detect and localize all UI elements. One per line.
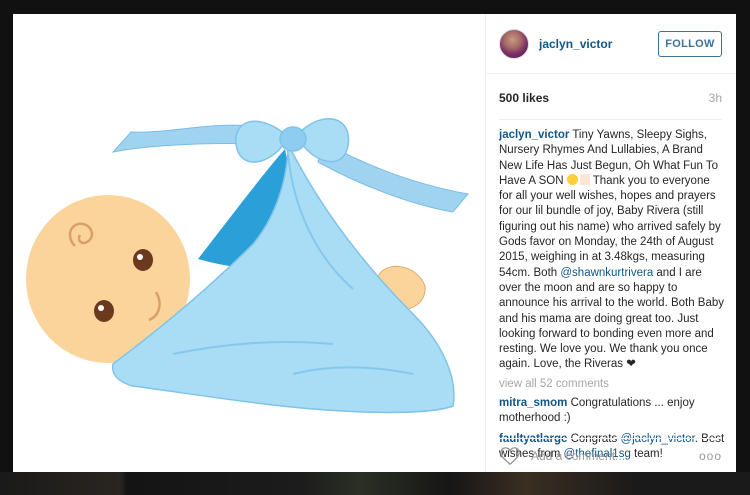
caption-text-3: and I are over the moon and are so happy… <box>499 266 725 371</box>
backdrop-strip <box>0 472 750 495</box>
caption-username[interactable]: jaclyn_victor <box>499 129 569 141</box>
add-comment-input[interactable] <box>531 448 699 463</box>
username-link[interactable]: jaclyn_victor <box>539 37 658 51</box>
comment-username[interactable]: mitra_smom <box>499 397 567 409</box>
heart-outline-icon[interactable] <box>499 446 521 466</box>
comments-section: jaclyn_victor Tiny Yawns, Sleepy Sighs, … <box>499 128 726 467</box>
comment-item: mitra_smom Congratulations ... enjoy mot… <box>499 396 726 427</box>
heart-emoji-icon: ❤ <box>626 358 636 371</box>
caption-text-2: Thank you to everyone for all your well … <box>499 174 721 279</box>
post-modal: jaclyn_victor FOLLOW 500 likes 3h jaclyn… <box>13 14 736 472</box>
more-options-icon[interactable]: ooo <box>699 449 722 463</box>
post-sidebar: jaclyn_victor FOLLOW 500 likes 3h jaclyn… <box>485 14 736 472</box>
post-header: jaclyn_victor FOLLOW <box>486 14 736 74</box>
avatar[interactable] <box>499 28 529 59</box>
likes-count[interactable]: 500 likes <box>499 91 549 105</box>
post-photo[interactable] <box>13 14 485 472</box>
caption: jaclyn_victor Tiny Yawns, Sleepy Sighs, … <box>499 128 726 373</box>
post-footer: ooo <box>499 438 722 472</box>
baby-emoji-icon <box>566 173 578 185</box>
follow-button[interactable]: FOLLOW <box>658 30 722 57</box>
skin-tone-emoji-icon <box>579 173 590 185</box>
timestamp[interactable]: 3h <box>709 91 722 105</box>
mention-link[interactable]: @shawnkurtrivera <box>560 267 653 279</box>
likes-row: 500 likes 3h <box>499 90 722 120</box>
view-all-comments-link[interactable]: view all 52 comments <box>499 377 726 392</box>
baby-illustration <box>26 118 469 414</box>
